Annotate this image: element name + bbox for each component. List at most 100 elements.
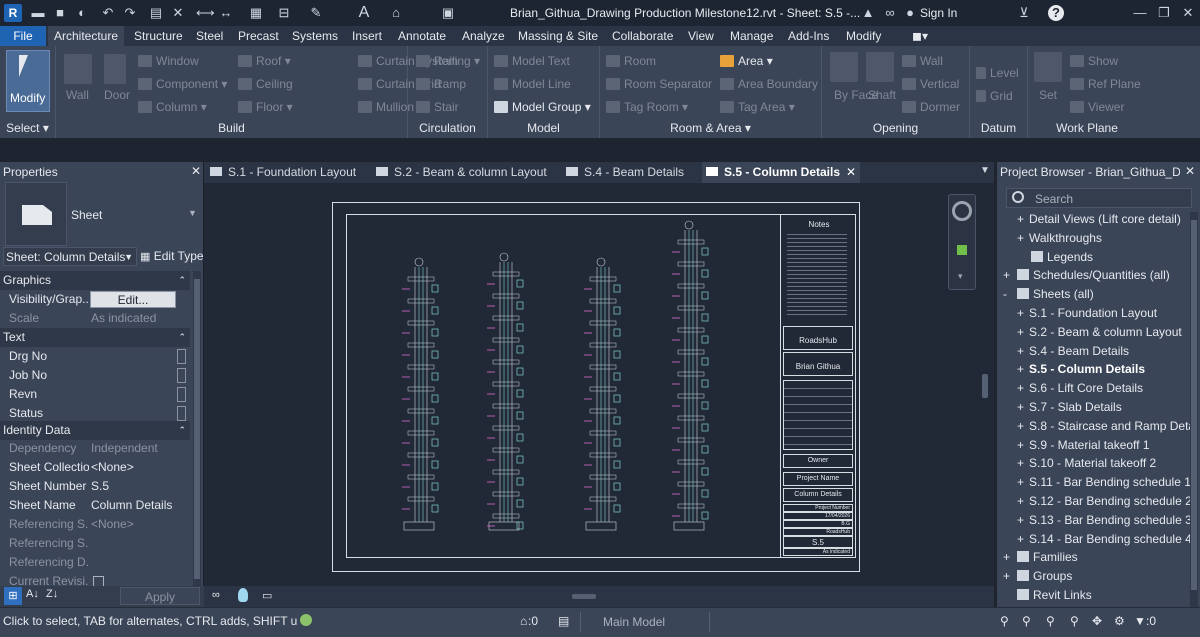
tab-overflow-icon[interactable]: ▼	[980, 165, 990, 176]
light-bulb-icon[interactable]	[238, 588, 248, 602]
crop-icon[interactable]: ▭	[262, 589, 272, 602]
close-hidden-icon[interactable]: ✕	[170, 5, 186, 21]
wall-opening-button[interactable]: Wall	[902, 54, 943, 68]
properties-close-icon[interactable]: ✕	[191, 164, 201, 178]
thin-lines-icon[interactable]: ▦	[248, 5, 264, 21]
save-icon[interactable]: ■	[52, 5, 68, 21]
browser-item[interactable]: + S.1 - Foundation Layout	[1017, 306, 1157, 320]
sheet-number-value[interactable]: S.5	[91, 477, 109, 496]
floor-button[interactable]: Floor ▾	[238, 100, 293, 114]
nav-chevron-icon[interactable]: ▾	[958, 271, 963, 282]
vertical-opening-button[interactable]: Vertical	[902, 77, 959, 91]
text-section[interactable]: Text ⌃	[0, 328, 190, 347]
visual-style-icon[interactable]: ∞	[212, 589, 220, 601]
home-icon[interactable]: ⌂	[388, 5, 404, 21]
collapse-icon[interactable]: -	[1003, 287, 1015, 301]
open-icon[interactable]: ▬	[30, 5, 46, 21]
tab-view[interactable]: View	[682, 26, 720, 46]
expand-icon[interactable]: +	[1017, 419, 1029, 433]
browser-item[interactable]: + S.13 - Bar Bending schedule 3	[1017, 513, 1190, 527]
tab-s5-column-details[interactable]: S.5 - Column Details ✕	[702, 162, 860, 183]
scroll-thumb[interactable]	[194, 279, 200, 579]
drag-select-icon[interactable]: ✥	[1092, 614, 1102, 628]
tab-modify[interactable]: Modify	[840, 26, 887, 46]
tab-massing-site[interactable]: Massing & Site	[512, 26, 604, 46]
area-button[interactable]: Area ▾	[720, 54, 773, 68]
browser-scrollbar[interactable]	[1190, 212, 1198, 607]
wall-button[interactable]: Wall	[66, 88, 89, 102]
browser-item[interactable]: + S.8 - Staircase and Ramp Detai	[1017, 419, 1190, 433]
tab-systems[interactable]: Systems	[286, 26, 344, 46]
graphics-section[interactable]: Graphics ⌃	[0, 271, 190, 290]
modify-button[interactable]: Modify	[6, 50, 50, 112]
tab-file[interactable]: File	[0, 26, 46, 46]
link-select-icon[interactable]: ⚲	[1000, 614, 1009, 628]
browser-item[interactable]: + S.14 - Bar Bending schedule 4	[1017, 532, 1190, 546]
tab-s4-beam-details[interactable]: S.4 - Beam Details	[566, 162, 696, 183]
visibility-edit-button[interactable]: Edit...	[90, 291, 176, 308]
model-group-button[interactable]: Model Group ▾	[494, 100, 591, 114]
text-icon[interactable]: A	[356, 5, 372, 21]
tab-s2-beam-column-layout[interactable]: S.2 - Beam & column Layout	[376, 162, 556, 183]
undo-icon[interactable]: ↶	[100, 5, 116, 21]
viewer-button[interactable]: Viewer	[1070, 100, 1124, 114]
shaft-button[interactable]: Shaft	[868, 88, 896, 102]
browser-item[interactable]: + S.10 - Material takeoff 2	[1017, 456, 1156, 470]
sheet-collection-row[interactable]: Sheet Collection <None>	[0, 458, 190, 477]
type-selector[interactable]: Sheet: Column Details ▼	[3, 247, 137, 266]
tab-manage[interactable]: Manage	[724, 26, 779, 46]
categorize-icon[interactable]: ⊞	[4, 587, 22, 605]
component-button[interactable]: Component ▾	[138, 77, 227, 91]
maximize-icon[interactable]: ❐	[1156, 5, 1172, 21]
revit-logo[interactable]: R	[4, 4, 22, 22]
sheet-name-row[interactable]: Sheet Name Column Details	[0, 496, 190, 515]
browser-item[interactable]: + Groups	[1003, 569, 1072, 583]
sort-az-icon[interactable]: A↓	[26, 588, 39, 600]
pan-icon[interactable]	[957, 245, 967, 255]
design-options-icon[interactable]: ▤	[558, 614, 569, 628]
tag-area-button[interactable]: Tag Area ▾	[720, 100, 795, 114]
browser-search-field[interactable]: Search	[1006, 188, 1192, 208]
browser-item[interactable]: + S.2 - Beam & column Layout	[1017, 325, 1182, 339]
model-text-button[interactable]: Model Text	[494, 54, 570, 68]
aligned-dimension-icon[interactable]: ↔	[218, 5, 234, 21]
job-no-field[interactable]	[177, 368, 186, 383]
status-field[interactable]	[177, 406, 186, 421]
cart-icon[interactable]: ⊻	[1016, 5, 1032, 21]
mullion-button[interactable]: Mullion	[358, 100, 414, 114]
face-select-icon[interactable]: ⚲	[1070, 614, 1079, 628]
ref-plane-button[interactable]: Ref Plane	[1070, 77, 1141, 91]
background-process-icon[interactable]: ⚙	[1114, 614, 1125, 628]
roof-button[interactable]: Roof ▾	[238, 54, 291, 68]
expand-icon[interactable]: +	[1017, 532, 1029, 546]
tab-close-icon[interactable]: ✕	[846, 162, 856, 183]
sort-za-icon[interactable]: Z↓	[46, 588, 58, 600]
user-icon[interactable]: ●	[902, 5, 918, 21]
expand-icon[interactable]: +	[1017, 475, 1029, 489]
tab-insert[interactable]: Insert	[346, 26, 388, 46]
area-boundary-button[interactable]: Area Boundary	[720, 77, 818, 91]
apply-button[interactable]: Apply	[120, 587, 200, 605]
tab-add-ins[interactable]: Add-Ins	[782, 26, 835, 46]
browser-item[interactable]: + Families	[1003, 550, 1078, 564]
browser-item[interactable]: + S.4 - Beam Details	[1017, 344, 1129, 358]
tab-analyze[interactable]: Analyze	[456, 26, 511, 46]
filter-icon[interactable]: ▼	[1134, 614, 1146, 628]
drawing-area[interactable]: S.1 - Foundation Layout S.2 - Beam & col…	[204, 162, 994, 607]
window-button[interactable]: Window	[138, 54, 199, 68]
model-selector[interactable]: Main Model	[580, 612, 710, 632]
browser-item[interactable]: Legends	[1017, 250, 1093, 264]
tab-steel[interactable]: Steel	[190, 26, 229, 46]
expand-icon[interactable]: +	[1017, 306, 1029, 320]
stair-button[interactable]: Stair	[416, 100, 459, 114]
browser-item[interactable]: + S.7 - Slab Details	[1017, 400, 1122, 414]
tag-icon[interactable]: ⊟	[276, 5, 292, 21]
expand-icon[interactable]: +	[1017, 362, 1029, 376]
browser-close-icon[interactable]: ✕	[1185, 164, 1195, 178]
expand-icon[interactable]: +	[1017, 438, 1029, 452]
sheet-number-row[interactable]: Sheet Number S.5	[0, 477, 190, 496]
grid-button[interactable]: Grid	[976, 89, 1013, 103]
tag-room-button[interactable]: Tag Room ▾	[606, 100, 688, 114]
binoculars-icon[interactable]: ∞	[882, 5, 898, 21]
door-button[interactable]: Door	[104, 88, 130, 102]
